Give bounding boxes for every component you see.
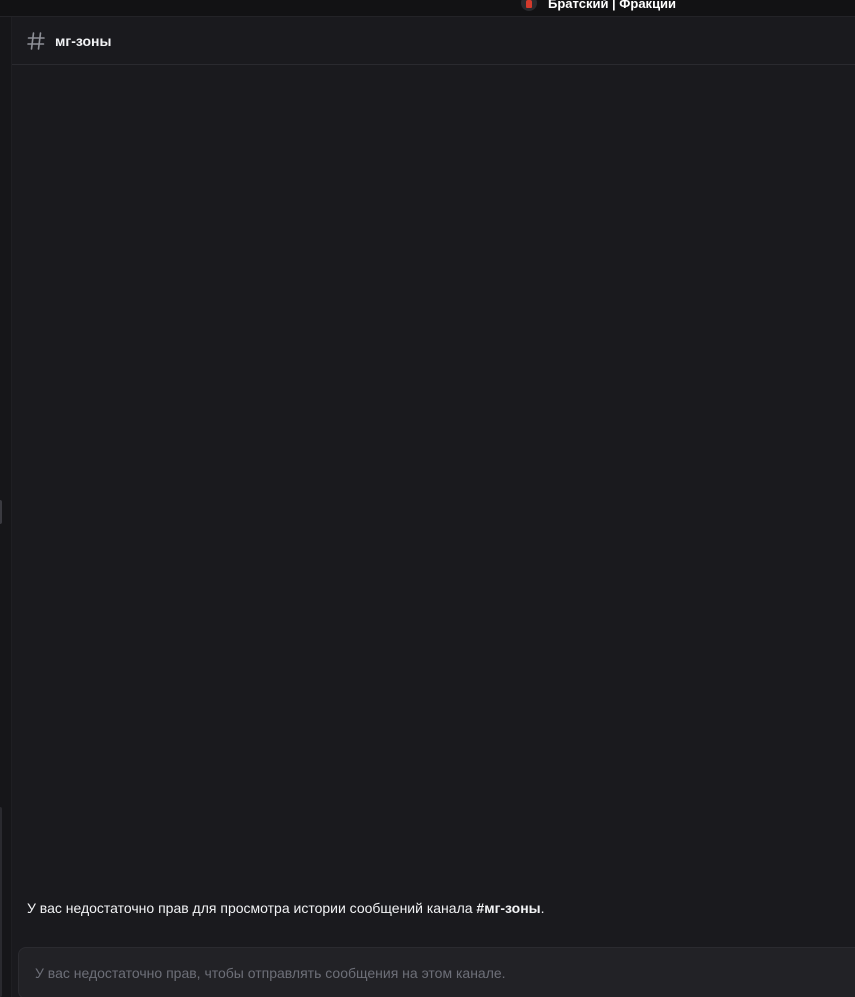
left-gutter xyxy=(0,17,12,997)
notice-text: У вас недостаточно прав для просмотра ис… xyxy=(27,900,477,916)
hash-icon xyxy=(26,31,46,51)
server-indicator[interactable]: Братский | Фракции xyxy=(521,0,676,13)
channel-header: мг-зоны xyxy=(12,17,855,65)
message-list: У вас недостаточно прав для просмотра ис… xyxy=(12,66,855,936)
gutter-indicator xyxy=(0,500,2,524)
channel-title: мг-зоны xyxy=(55,32,112,49)
title-bar: Братский | Фракции xyxy=(0,0,855,17)
notice-suffix: . xyxy=(540,900,545,916)
no-access-notice: У вас недостаточно прав для просмотра ис… xyxy=(27,900,545,916)
server-avatar xyxy=(521,0,537,11)
gutter-indicator xyxy=(0,807,2,997)
message-composer: У вас недостаточно прав, чтобы отправлят… xyxy=(18,947,855,997)
message-input-disabled: У вас недостаточно прав, чтобы отправлят… xyxy=(35,965,506,981)
app-window: Братский | Фракции мг-зоны У вас недоста… xyxy=(0,0,855,997)
notice-channel-mention[interactable]: #мг-зоны xyxy=(476,900,540,916)
server-name: Братский | Фракции xyxy=(548,0,677,11)
